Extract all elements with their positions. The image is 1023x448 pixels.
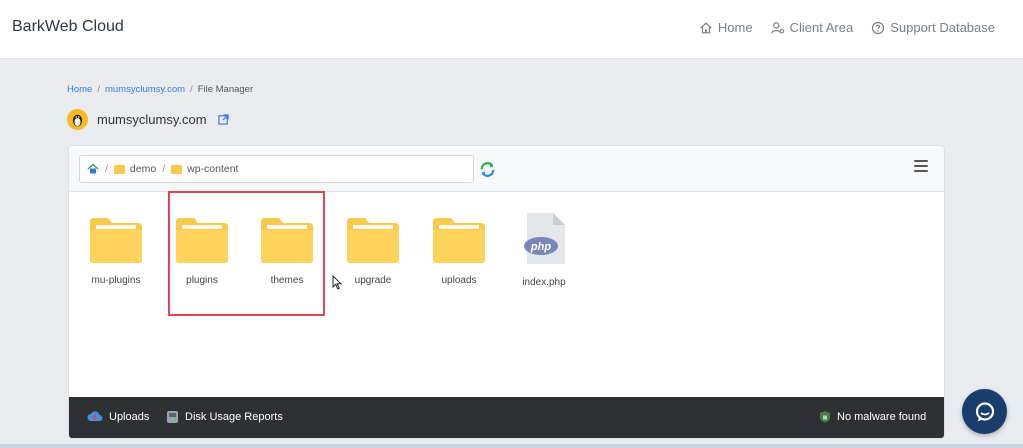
file-item-uploads[interactable]: uploads (424, 216, 494, 286)
path-segment-label: demo (129, 163, 157, 175)
chat-icon (975, 401, 994, 421)
breadcrumb-home[interactable]: Home (67, 84, 92, 95)
nav-support-database-label: Support Database (890, 20, 995, 35)
nav-client-area[interactable]: Client Area (770, 20, 854, 35)
mouse-cursor-icon (332, 275, 342, 290)
path-bar[interactable]: / demo / wp-content (79, 155, 474, 183)
brand-title[interactable]: BarkWeb Cloud (12, 18, 124, 36)
file-item-upgrade[interactable]: upgrade (338, 216, 408, 286)
breadcrumb-separator: / (97, 84, 100, 95)
external-link-icon[interactable] (217, 114, 229, 125)
file-name: upgrade (354, 275, 392, 286)
file-item-index-php[interactable]: php index.php (509, 212, 579, 288)
home-icon (700, 21, 712, 33)
disk-usage-label: Disk Usage Reports (185, 411, 283, 423)
breadcrumb: Home / mumsyclumsy.com / File Manager (67, 84, 253, 95)
malware-status: No malware found (819, 410, 926, 423)
folder-icon (90, 218, 142, 263)
highlight-rectangle (168, 191, 325, 316)
shield-icon (820, 411, 830, 423)
file-item-mu-plugins[interactable]: mu-plugins (81, 216, 151, 286)
path-separator: / (162, 163, 166, 175)
hamburger-menu-icon[interactable] (914, 160, 928, 172)
uploads-label: Uploads (109, 410, 150, 423)
breadcrumb-domain[interactable]: mumsyclumsy.com (105, 84, 185, 95)
breadcrumb-separator: / (190, 84, 193, 95)
nav-home[interactable]: Home (699, 20, 753, 35)
top-nav: Home Client Area Support Database (699, 20, 995, 35)
file-name: index.php (522, 277, 566, 288)
php-file-icon: php (524, 213, 565, 264)
folder-icon (113, 164, 125, 174)
user-gear-icon (770, 21, 784, 33)
nav-support-database[interactable]: Support Database (871, 20, 995, 35)
folder-icon (171, 164, 183, 174)
help-circle-icon (872, 21, 885, 34)
file-name: uploads (441, 275, 477, 286)
disk-usage-button[interactable]: Disk Usage Reports (166, 410, 283, 424)
breadcrumb-current: File Manager (197, 84, 254, 95)
php-badge: php (530, 241, 551, 253)
malware-label: No malware found (837, 410, 927, 423)
path-segment-label: wp-content (187, 163, 239, 175)
home-tree-icon[interactable] (87, 163, 99, 175)
disk-icon (167, 411, 178, 423)
top-bar: BarkWeb Cloud Home Client Area Support D… (0, 0, 1023, 59)
domain-header: mumsyclumsy.com (67, 109, 229, 130)
refresh-icon[interactable] (479, 161, 496, 178)
taskbar-edge (0, 444, 1023, 448)
nav-client-area-label: Client Area (789, 20, 854, 35)
path-segment-wp-content[interactable]: wp-content (171, 163, 238, 175)
linux-icon (67, 109, 88, 130)
file-manager-footer: Uploads Disk Usage Reports No malware fo… (69, 397, 944, 438)
live-chat-button[interactable] (962, 389, 1007, 434)
path-separator: / (105, 163, 108, 175)
domain-name: mumsyclumsy.com (97, 112, 207, 127)
folder-icon (347, 218, 399, 263)
file-manager-toolbar: / demo / wp-content (69, 146, 944, 192)
cloud-upload-icon (87, 411, 103, 421)
uploads-button[interactable]: Uploads (87, 410, 149, 423)
path-segment-demo[interactable]: demo (113, 163, 157, 175)
file-name: mu-plugins (91, 275, 141, 286)
nav-home-label: Home (717, 20, 753, 35)
folder-icon (433, 218, 485, 263)
